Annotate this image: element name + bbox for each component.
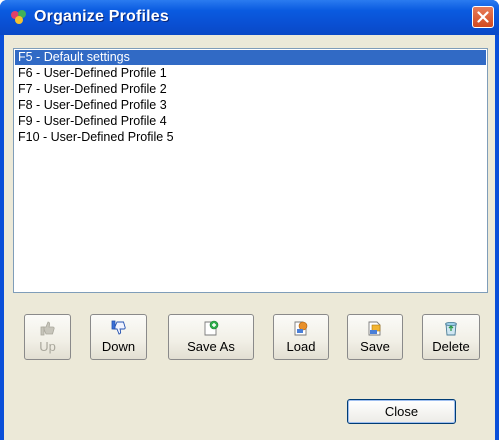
load-label: Load — [286, 339, 316, 354]
down-button[interactable]: Down — [90, 314, 147, 360]
save-button[interactable]: Save — [347, 314, 403, 360]
load-button[interactable]: Load — [273, 314, 329, 360]
save-as-button[interactable]: Save As — [168, 314, 254, 360]
delete-button[interactable]: Delete — [422, 314, 480, 360]
list-item[interactable]: F6 - User-Defined Profile 1 — [15, 66, 486, 81]
thumbs-up-icon — [40, 321, 55, 336]
app-icon — [11, 10, 26, 24]
thumbs-down-icon — [111, 320, 126, 335]
up-button[interactable]: Up — [24, 314, 71, 360]
organize-profiles-window: Organize Profiles F5 - Default settings … — [0, 0, 499, 440]
window-title: Organize Profiles — [34, 8, 169, 25]
list-item[interactable]: F10 - User-Defined Profile 5 — [15, 130, 486, 145]
save-label: Save — [360, 339, 390, 354]
list-item[interactable]: F5 - Default settings — [15, 50, 486, 65]
save-page-icon — [368, 321, 381, 336]
close-icon — [477, 11, 489, 23]
list-item[interactable]: F8 - User-Defined Profile 3 — [15, 98, 486, 113]
down-label: Down — [101, 339, 136, 354]
save-as-label: Save As — [187, 339, 235, 354]
up-label: Up — [39, 339, 56, 354]
window-close-button[interactable] — [472, 6, 494, 28]
recycle-bin-icon — [445, 322, 457, 336]
list-item[interactable]: F9 - User-Defined Profile 4 — [15, 114, 486, 129]
dialog-client-area: F5 - Default settings F6 - User-Defined … — [4, 35, 495, 440]
profiles-list[interactable]: F5 - Default settings F6 - User-Defined … — [13, 48, 488, 293]
list-item[interactable]: F7 - User-Defined Profile 2 — [15, 82, 486, 97]
title-bar[interactable]: Organize Profiles — [0, 0, 499, 35]
new-page-icon — [204, 320, 219, 336]
close-button[interactable]: Close — [347, 399, 456, 424]
delete-label: Delete — [432, 339, 470, 354]
load-page-icon — [294, 321, 308, 336]
